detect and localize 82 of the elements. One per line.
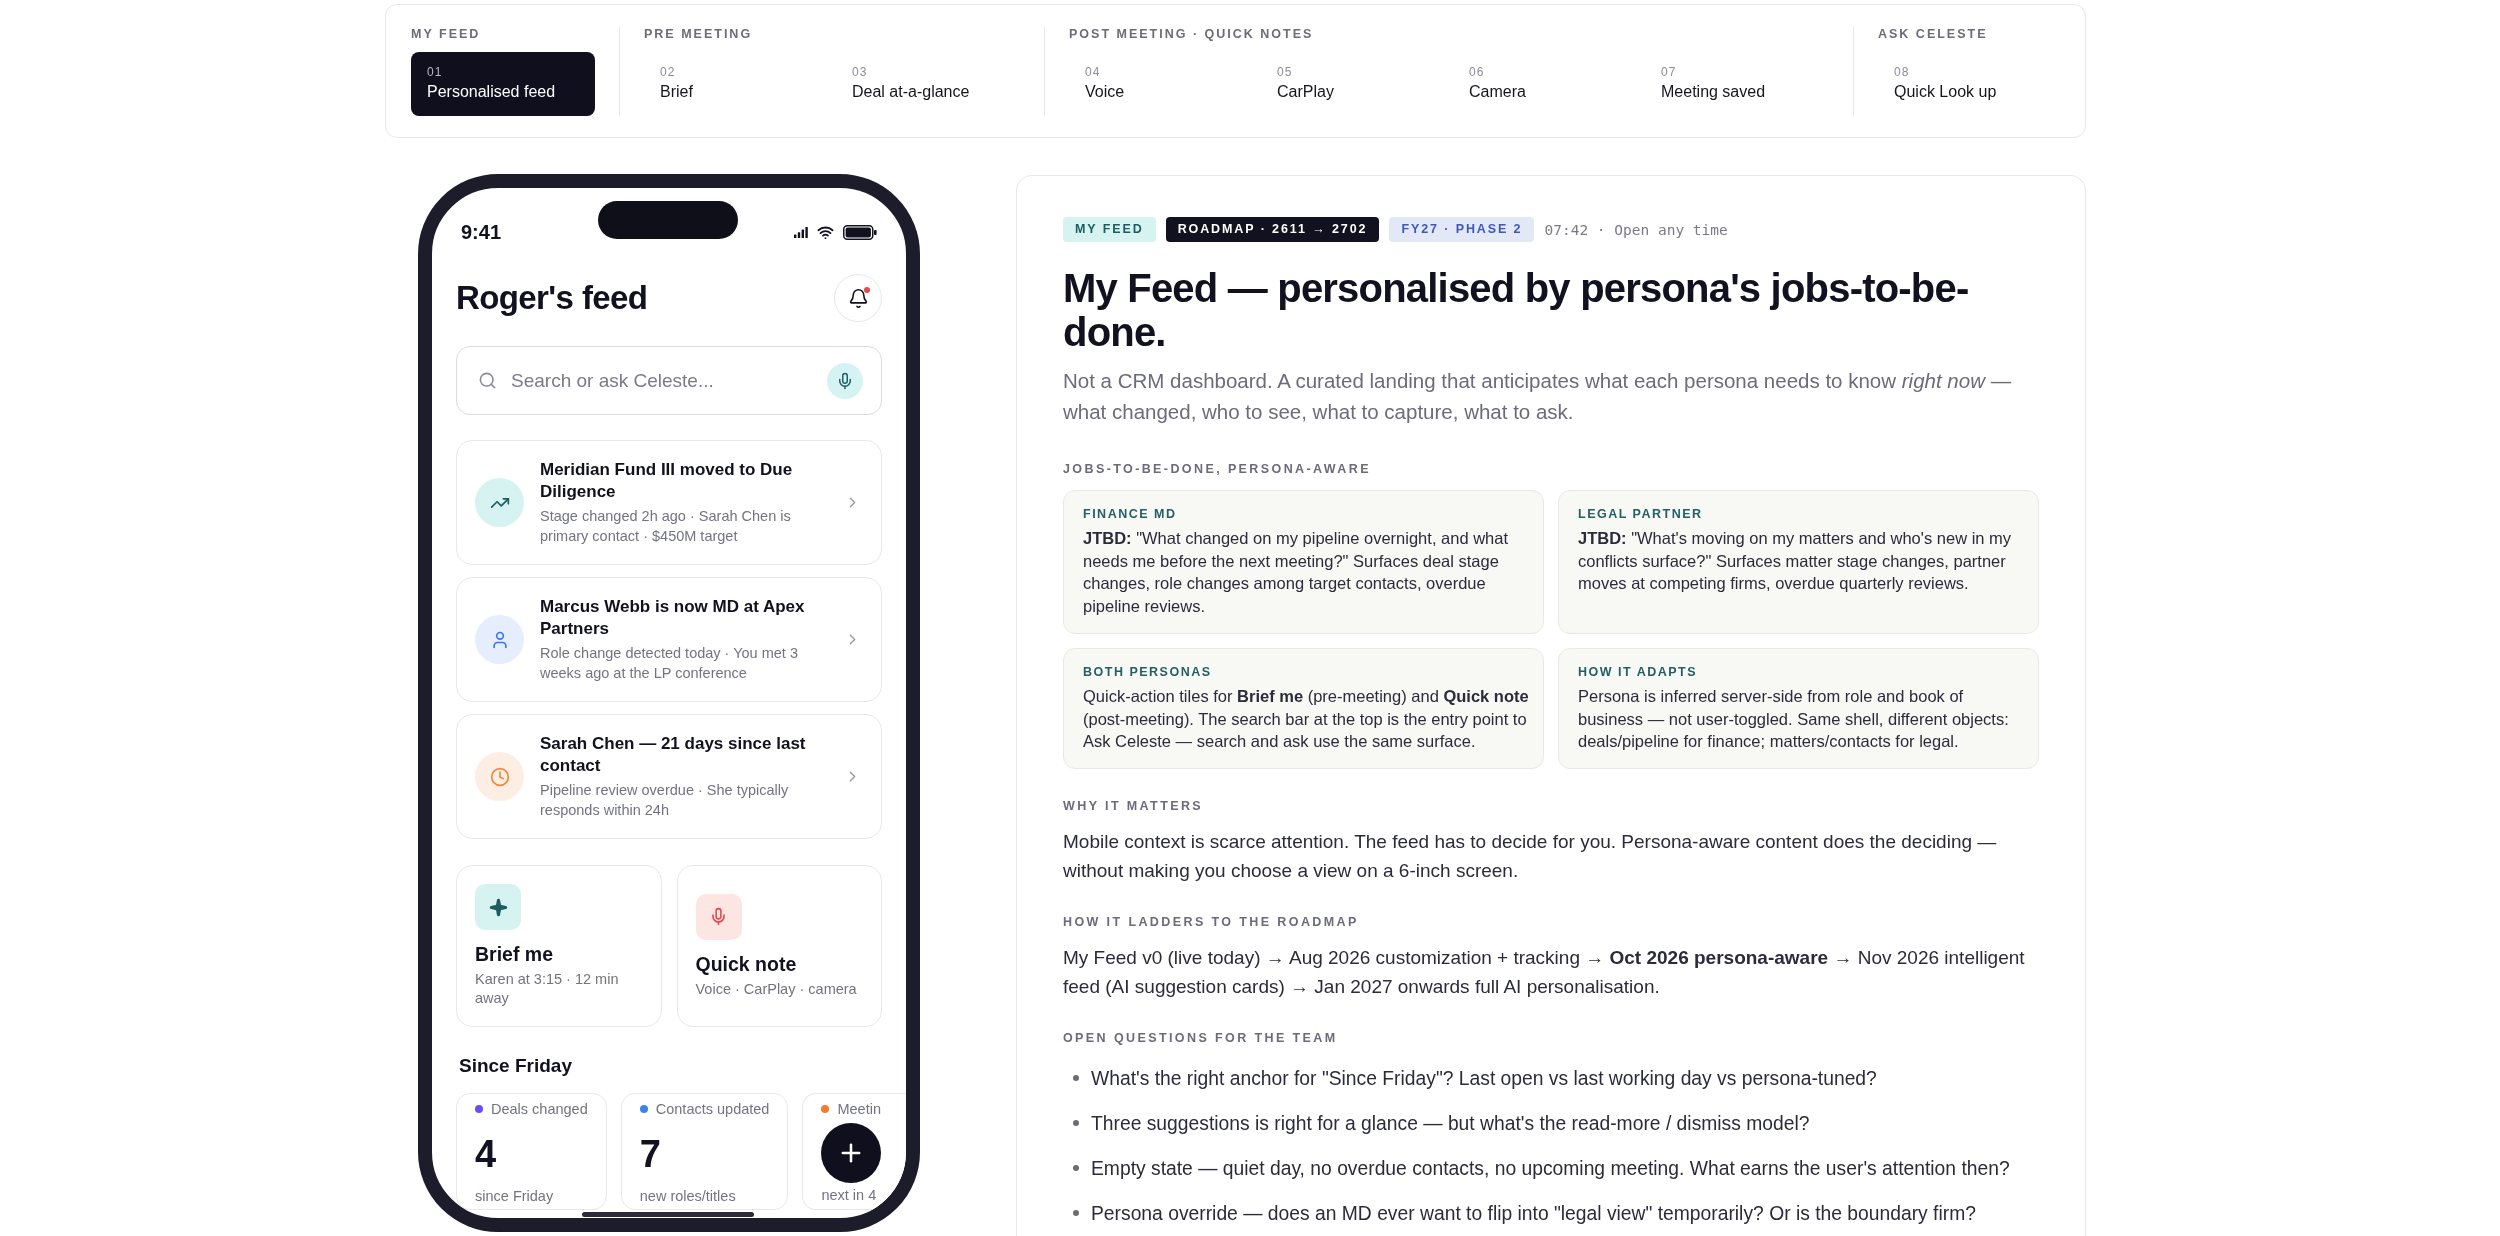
persona-card-body: Quick-action tiles for Brief me (pre-meeting) and Quick note (post-meeting). The search bar at the top is the entry point to Ask Celeste — search and ask use the same surface. (1083, 685, 1530, 753)
question-text: Three suggestions is right for a glance — but what's the read-more / dismiss model? (1091, 1111, 1810, 1136)
meta-text: 07:42 · Open any time (1544, 221, 1728, 238)
feed-card[interactable]: Meridian Fund III moved to Due Diligence Stage changed 2h ago · Sarah Chen is primary contact · $450M target (456, 440, 882, 565)
action-tile-title: Quick note (695, 951, 797, 976)
tag: MY FEED (1063, 217, 1156, 242)
question-text: Persona override — does an MD ever want to flip into "legal view" temporarily? Or is the boundary firm? (1091, 1201, 1976, 1226)
feed-card-title: Marcus Webb is now MD at Apex Partners (540, 596, 806, 640)
person-icon (475, 615, 524, 664)
stat-value: 4 (475, 1134, 498, 1174)
battery-icon (843, 224, 877, 240)
nav-tab[interactable]: 08 Quick Look up (1878, 52, 2062, 116)
trend-up-icon (475, 478, 524, 527)
persona-card-title: FINANCE MD (1083, 506, 1178, 522)
persona-card-title: LEGAL PARTNER (1578, 506, 1704, 522)
bullet-icon (1073, 1210, 1079, 1217)
body-paragraph: My Feed v0 (live today) → Aug 2026 customization + tracking → Oct 2026 persona-aware → Nov 2026 intelligent feed (AI suggestion cards) → Jan 2027 onwards full AI personalisation. (1063, 945, 2026, 999)
search-input[interactable]: Search or ask Celeste... (511, 368, 813, 393)
microphone-icon (695, 893, 742, 940)
tag: ROADMAP · 2611 → 2702 (1165, 217, 1380, 242)
feed-card-title: Sarah Chen — 21 days since last contact (540, 733, 807, 777)
nav-group-label: POST MEETING · QUICK NOTES (1069, 26, 1315, 42)
question-text: What's the right anchor for "Since Friday"? Last open vs last working day vs persona-tuned? (1091, 1066, 1877, 1091)
question-text: Empty state — quiet day, no overdue contacts, no upcoming meeting. What earns the user's attention then? (1091, 1156, 2010, 1181)
stat-caption: since Friday (475, 1187, 555, 1205)
bullet-icon (1073, 1165, 1079, 1172)
nav-tab[interactable]: 06 Camera (1453, 52, 1637, 116)
nav-tab[interactable]: 01 Personalised feed (411, 52, 595, 116)
intro-paragraph: Not a CRM dashboard. A curated landing that anticipates what each persona needs to know right now — what changed, who to see, what to capture, what to ask. (1063, 368, 2013, 425)
tag: FY27 · PHASE 2 (1389, 217, 1535, 242)
bell-icon (847, 287, 869, 309)
body-paragraph: Mobile context is scarce attention. The feed has to decide for you. Persona-aware content does the deciding — without making you choose a view on a 6-inch screen. (1063, 829, 1998, 883)
persona-card-title: HOW IT ADAPTS (1578, 663, 1699, 680)
stat-label: Deals changed (491, 1100, 588, 1118)
feed-title: Roger's feed (456, 278, 648, 318)
feed-card[interactable]: Marcus Webb is now MD at Apex Partners Role change detected today · You met 3 weeks ago at the LP conference (456, 577, 882, 702)
feed-card-detail: Stage changed 2h ago · Sarah Chen is primary contact · $450M target (540, 507, 792, 546)
bullet-icon (1073, 1075, 1079, 1082)
stat-label: Meetin (837, 1100, 881, 1118)
action-tile[interactable]: Brief me Karen at 3:15 · 12 min away (456, 865, 662, 1027)
persona-card-title: BOTH PERSONAS (1083, 663, 1213, 680)
section-heading: JOBS-TO-BE-DONE, PERSONA-AWARE (1063, 461, 1372, 477)
nav-group-label: ASK CELESTE (1878, 26, 1989, 42)
page-heading: My Feed — personalised by persona's jobs-to-be-done. (1063, 266, 1970, 354)
sparkle-icon (475, 884, 521, 930)
nav-tab[interactable]: 05 CarPlay (1261, 52, 1445, 116)
nav-group-label: MY FEED (411, 26, 482, 42)
bullet-icon (1073, 1120, 1079, 1127)
microphone-button[interactable] (827, 362, 863, 399)
status-time: 9:41 (461, 220, 502, 244)
action-tile[interactable]: Quick note Voice · CarPlay · camera (676, 865, 882, 1027)
stat-caption: next in 4 (821, 1186, 878, 1204)
nav-tab[interactable]: 02 Brief (644, 52, 828, 116)
feed-card-detail: Pipeline review overdue · She typically responds within 24h (540, 781, 790, 820)
action-tile-title: Brief me (475, 942, 554, 966)
stat-card[interactable]: Contacts updated 7 new roles/titles (620, 1093, 789, 1210)
nav-tab[interactable]: 03 Deal at-a-glance (836, 52, 1020, 116)
nav-tab[interactable]: 07 Meeting saved (1645, 52, 1829, 116)
search-bar[interactable]: Search or ask Celeste... (456, 346, 882, 415)
clock-icon (475, 752, 524, 801)
section-heading: WHY IT MATTERS (1063, 797, 1205, 814)
feed-card[interactable]: Sarah Chen — 21 days since last contact Pipeline review overdue · She typically responds within 24h (456, 714, 882, 839)
section-heading: HOW IT LADDERS TO THE ROADMAP (1063, 913, 1360, 930)
search-icon (478, 371, 497, 390)
action-tile-detail: Voice · CarPlay · camera (695, 979, 857, 999)
stat-card[interactable]: Deals changed 4 since Friday (456, 1093, 607, 1210)
persona-card-body: JTBD: "What's moving on my matters and who's new in my conflicts surface?" Surfaces matter stage changes, partner moves at competing firms, overdue quarterly reviews. (1578, 528, 2013, 595)
nav-group-label: PRE MEETING (644, 26, 754, 42)
stat-value: 7 (639, 1134, 662, 1174)
stat-caption: new roles/titles (639, 1187, 737, 1205)
feed-card-detail: Role change detected today · You met 3 weeks ago at the LP conference (540, 644, 799, 683)
stat-label: Contacts updated (655, 1100, 770, 1118)
nav-tab[interactable]: 04 Voice (1069, 52, 1253, 116)
feed-card-title: Meridian Fund III moved to Due Diligence (540, 459, 794, 503)
signal-icon (794, 226, 808, 238)
microphone-icon (836, 371, 854, 390)
section-heading: OPEN QUESTIONS FOR THE TEAM (1063, 1029, 1339, 1046)
notifications-button[interactable] (834, 274, 882, 322)
persona-card-body: Persona is inferred server-side from role and book of business — not user-toggled. Same shell, different objects: deals/pipeline for finance; matters/contacts for legal. (1578, 685, 2010, 753)
action-tile-detail: Karen at 3:15 · 12 min away (475, 970, 620, 1008)
persona-card-body: JTBD: "What changed on my pipeline overnight, and what needs me before the next meeting?" Surfaces deal stage changes, role changes among target contacts, overdue pipeline reviews. (1083, 528, 1510, 618)
section-title: Since Friday (459, 1054, 573, 1078)
